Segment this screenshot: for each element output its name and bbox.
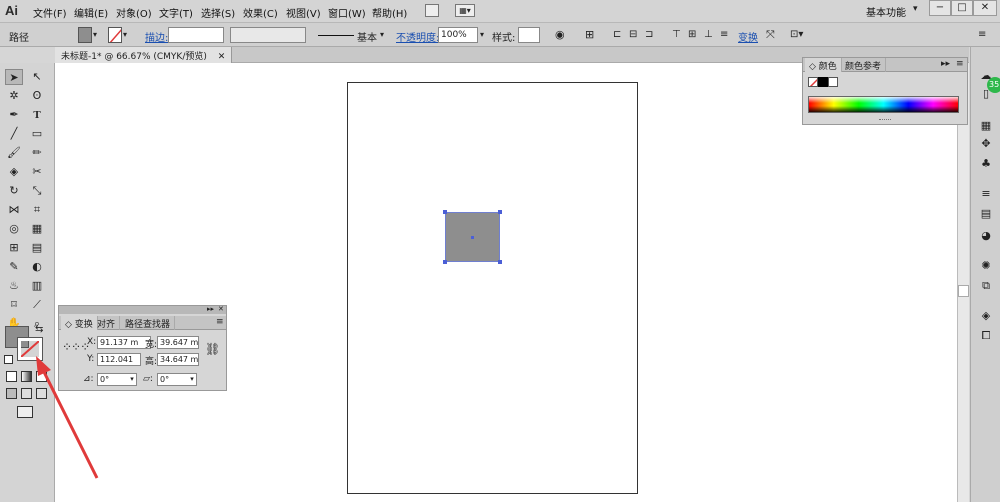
x-input[interactable]: 91.137 m xyxy=(97,336,151,349)
swatches-icon[interactable]: ▦ xyxy=(978,119,994,133)
color-spectrum[interactable] xyxy=(808,96,959,113)
reference-point-icon[interactable]: ⁘⁘⁘ xyxy=(62,341,90,353)
panel-title-bar[interactable] xyxy=(59,306,226,314)
white-swatch[interactable] xyxy=(828,77,838,87)
x-label: X: xyxy=(87,337,97,347)
panel-menu-icon[interactable]: ≡ xyxy=(956,59,964,69)
graphic-styles-icon[interactable]: ⧉ xyxy=(978,279,994,293)
gradient-panel-icon[interactable]: ▤ xyxy=(978,207,994,221)
height-input[interactable]: 34.647 m xyxy=(157,353,199,366)
width-label: 宽: xyxy=(145,340,158,350)
height-label: 高: xyxy=(145,357,158,367)
shear-icon: ▱: xyxy=(143,374,153,384)
appearance-panel-icon[interactable]: ✺ xyxy=(978,259,994,273)
tab-color[interactable]: ◇ 颜色 xyxy=(805,58,842,72)
y-label: Y: xyxy=(87,354,95,364)
document-info-icon[interactable]: ▯ xyxy=(978,87,994,101)
brushes-icon[interactable]: ✥ xyxy=(978,137,994,151)
chevron-down-icon[interactable]: ▾ xyxy=(187,373,197,386)
symbols-icon[interactable]: ♣ xyxy=(978,157,994,171)
width-input[interactable]: 39.647 m xyxy=(157,336,199,349)
panel-resize-grip[interactable] xyxy=(879,119,891,121)
none-swatch[interactable] xyxy=(808,77,818,87)
tab-color-guide[interactable]: 颜色参考 xyxy=(841,58,887,72)
tab-align[interactable]: 对齐 xyxy=(93,316,121,330)
chevron-down-icon[interactable]: ▾ xyxy=(127,373,137,386)
constrain-proportions-icon[interactable]: ⛓ xyxy=(205,342,220,356)
transform-panel: ▸▸ ✕ ◇ 变换 对齐 路径查找器 ≡ ⁘⁘⁘ X: 91.137 m 宽: … xyxy=(58,305,227,391)
collapse-icon[interactable]: ▸▸ xyxy=(941,59,950,69)
artboards-icon[interactable]: ⧠ xyxy=(978,329,994,343)
transparency-icon[interactable]: ◕ xyxy=(978,229,994,243)
rotate-icon: ⊿: xyxy=(83,374,94,384)
right-panel-dock: ☁ 35 ▯ ▦ ✥ ♣ ≡ ▤ ◕ ✺ ⧉ ◈ ⧠ xyxy=(970,47,1000,502)
y-input[interactable]: 112.041 xyxy=(97,353,141,366)
black-swatch[interactable] xyxy=(818,77,828,87)
panel-menu-icon[interactable]: ≡ xyxy=(216,317,224,327)
stroke-panel-icon[interactable]: ≡ xyxy=(978,187,994,201)
transform-tab-row: ◇ 变换 对齐 路径查找器 ≡ xyxy=(59,316,226,330)
close-icon[interactable]: ✕ xyxy=(218,305,224,313)
none-slash-icon xyxy=(809,78,817,86)
color-panel: ◇ 颜色 颜色参考 ▸▸ ≡ xyxy=(802,57,968,125)
tab-pathfinder[interactable]: 路径查找器 xyxy=(121,316,176,330)
collapse-icon[interactable]: ▸▸ xyxy=(207,305,214,313)
layers-icon[interactable]: ◈ xyxy=(978,309,994,323)
